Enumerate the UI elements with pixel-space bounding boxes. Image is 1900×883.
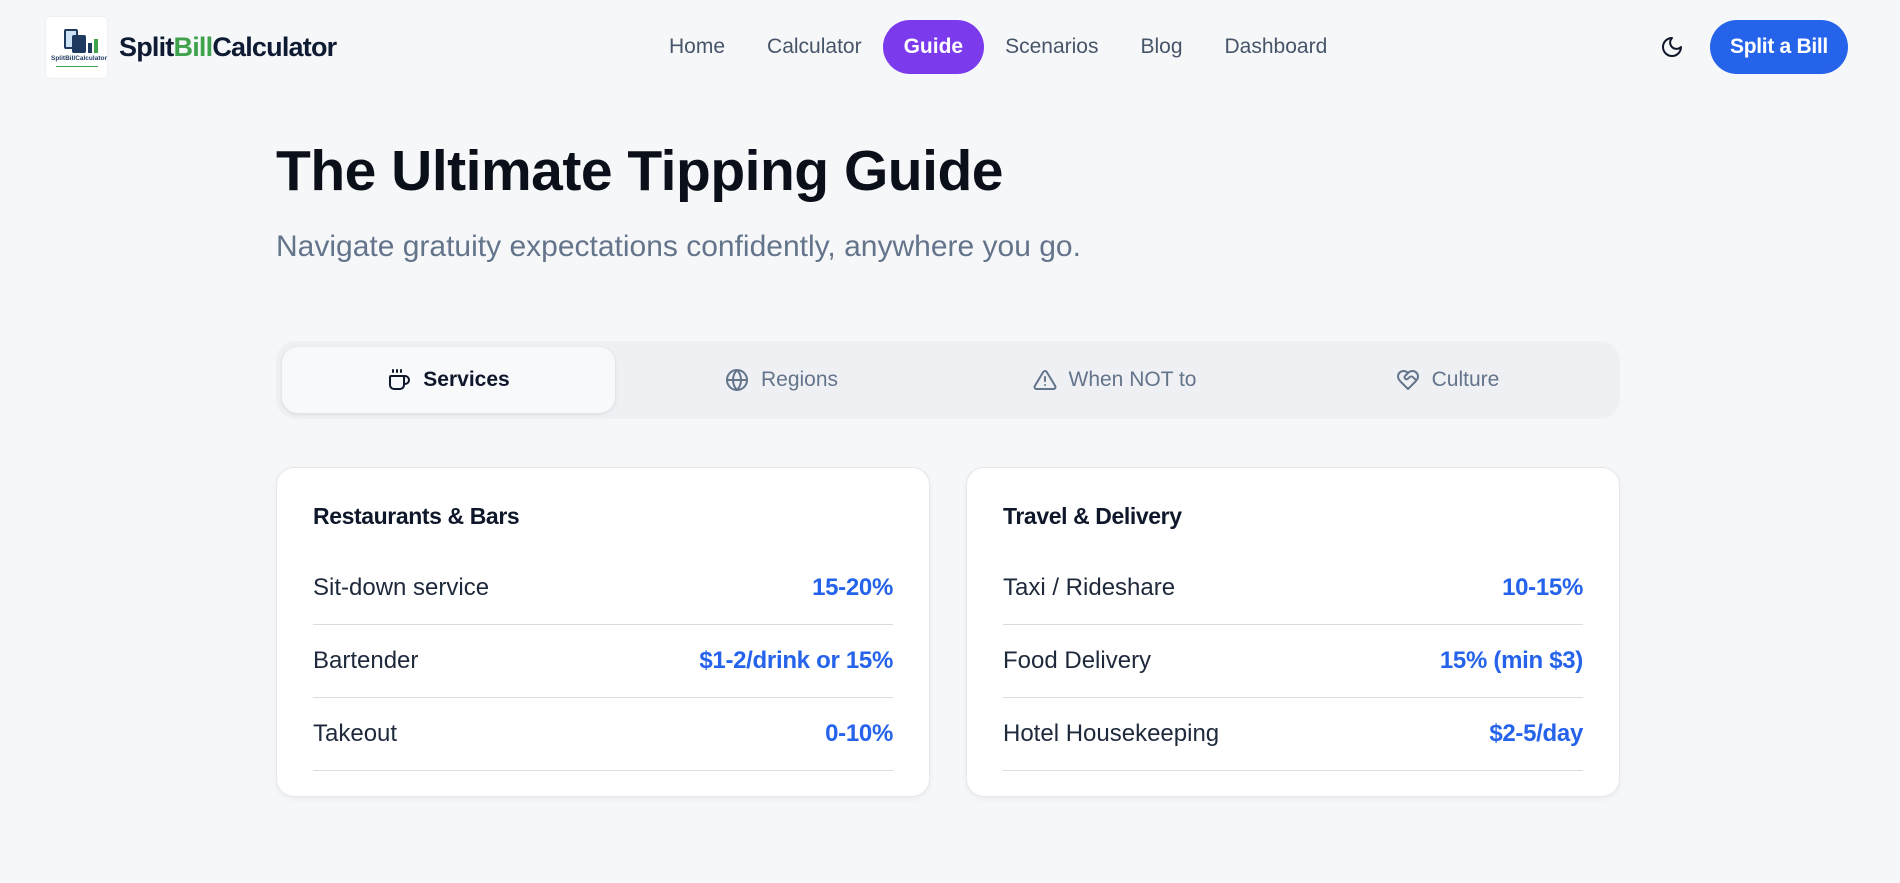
tip-row-label: Takeout: [313, 720, 398, 747]
tip-row-value: 15-20%: [812, 574, 893, 601]
card-restaurants-bars: Restaurants & Bars Sit-down service 15-2…: [276, 467, 930, 797]
tab-services[interactable]: Services: [282, 347, 615, 413]
tip-row-label: Hotel Housekeeping: [1003, 720, 1220, 747]
page-title: The Ultimate Tipping Guide: [276, 139, 1003, 203]
tip-row: Takeout 0-10%: [313, 698, 893, 771]
tab-regions[interactable]: Regions: [615, 347, 948, 413]
guide-tabs: Services Regions When NOT to Culture: [276, 341, 1620, 419]
tip-row-value: $2-5/day: [1489, 720, 1583, 747]
nav-blog[interactable]: Blog: [1119, 20, 1203, 74]
site-header: SplitBillCalculator SplitBillCalculator …: [0, 0, 1900, 96]
tab-culture[interactable]: Culture: [1281, 347, 1614, 413]
brand-name: SplitBillCalculator: [119, 32, 337, 63]
tab-when-not-to[interactable]: When NOT to: [948, 347, 1281, 413]
tip-row: Food Delivery 15% (min $3): [1003, 625, 1583, 698]
tip-row-label: Food Delivery: [1003, 647, 1152, 674]
theme-toggle-button[interactable]: [1655, 30, 1689, 64]
nav-calculator[interactable]: Calculator: [746, 20, 883, 74]
brand-part-1: Split: [119, 32, 174, 62]
coffee-cup-icon: [389, 369, 411, 390]
moon-icon: [1662, 37, 1682, 57]
tip-row-label: Sit-down service: [313, 574, 490, 601]
heart-handshake-icon: [1396, 370, 1419, 390]
tip-row: Bartender $1-2/drink or 15%: [313, 625, 893, 698]
tip-row-label: Taxi / Rideshare: [1003, 574, 1176, 601]
tip-row-value: $1-2/drink or 15%: [699, 647, 893, 674]
main-nav: Home Calculator Guide Scenarios Blog Das…: [648, 20, 1348, 74]
tab-regions-label: Regions: [760, 368, 839, 391]
nav-home[interactable]: Home: [648, 20, 746, 74]
tip-row: Sit-down service 15-20%: [313, 552, 893, 625]
brand-part-2: Bill: [173, 32, 214, 62]
tip-row: Taxi / Rideshare 10-15%: [1003, 552, 1583, 625]
nav-dashboard[interactable]: Dashboard: [1204, 20, 1349, 74]
tip-row-value: 10-15%: [1502, 574, 1583, 601]
logo-link[interactable]: SplitBillCalculator SplitBillCalculator: [46, 17, 337, 78]
split-a-bill-button[interactable]: Split a Bill: [1710, 20, 1848, 74]
tab-culture-label: Culture: [1431, 368, 1500, 391]
card-title: Restaurants & Bars: [313, 503, 520, 529]
tip-row-label: Bartender: [313, 647, 419, 674]
tip-row: Hotel Housekeeping $2-5/day: [1003, 698, 1583, 771]
tip-row-value: 0-10%: [825, 720, 893, 747]
warning-triangle-icon: [1033, 369, 1056, 390]
page-subtitle: Navigate gratuity expectations confident…: [276, 230, 1081, 263]
tip-row-value: 15% (min $3): [1439, 647, 1583, 674]
logo-image-text: SplitBillCalculator: [51, 55, 107, 62]
tab-when-not-to-label: When NOT to: [1068, 368, 1197, 391]
card-travel-delivery: Travel & Delivery Taxi / Rideshare 10-15…: [966, 467, 1620, 797]
card-title: Travel & Delivery: [1003, 503, 1182, 529]
globe-icon: [725, 369, 748, 391]
tab-services-label: Services: [423, 368, 510, 391]
brand-part-3: Calculator: [212, 32, 337, 62]
logo-image: SplitBillCalculator: [46, 17, 107, 78]
nav-guide[interactable]: Guide: [882, 20, 985, 74]
nav-scenarios[interactable]: Scenarios: [984, 20, 1119, 74]
